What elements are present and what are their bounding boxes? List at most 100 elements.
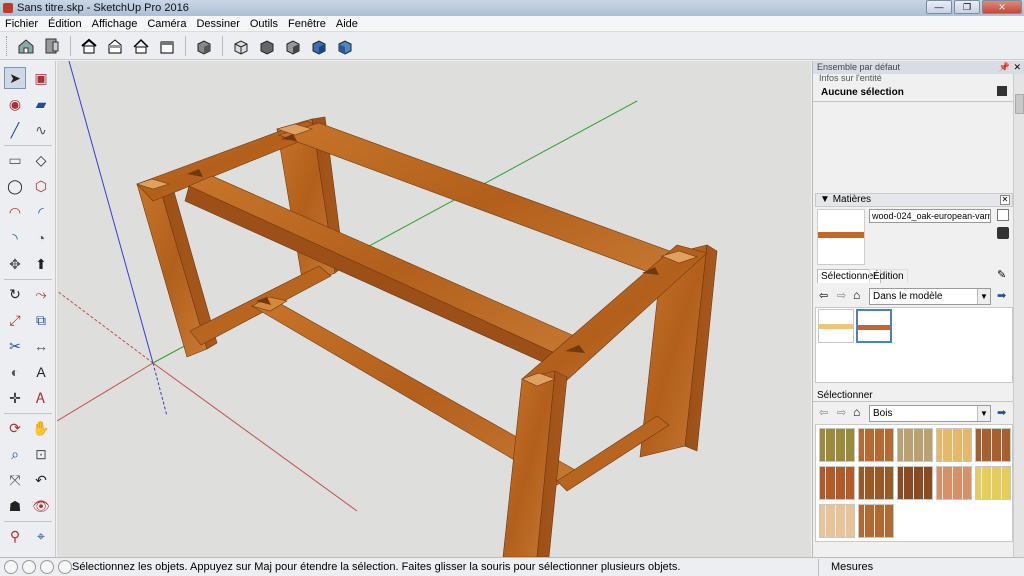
monochrome-icon[interactable] [334,35,356,57]
menu-affichage[interactable]: Affichage [87,18,143,30]
scrollbar-thumb[interactable] [1015,94,1024,114]
details-arrow-icon[interactable]: ➡ [997,289,1006,302]
close-button[interactable]: ✕ [982,0,1022,14]
protractor-icon[interactable]: ◐ [4,361,26,383]
style-shaded-icon[interactable] [193,35,215,57]
library-material-swatch[interactable] [897,428,933,462]
library-material-swatch[interactable] [858,428,894,462]
library-material-swatch[interactable] [936,466,972,500]
tray-close-icon[interactable]: ✕ [1013,62,1021,73]
push-pull-icon[interactable]: ⬆ [30,253,52,275]
toolbar-grip[interactable] [6,35,9,56]
eyedropper-icon[interactable]: ✎ [997,268,1006,281]
credits-icon[interactable] [22,560,36,574]
library-material-swatch[interactable] [858,466,894,500]
home-icon[interactable]: ⌂ [853,288,860,302]
arc-icon[interactable]: ◠ [4,201,26,223]
shaded-texture-icon[interactable] [308,35,330,57]
collection-dropdown-library[interactable]: Bois ▼ [869,405,991,422]
rectangle-icon[interactable]: ▭ [4,149,26,171]
look-around-icon[interactable]: 👁 [30,495,52,517]
walk-icon[interactable]: ⚲ [4,525,26,547]
select-icon[interactable]: ➤ [4,67,26,89]
entity-info-details-icon[interactable] [997,86,1007,96]
freehand-icon[interactable]: ∿ [30,119,52,141]
library-material-swatch[interactable] [819,466,855,500]
orbit-icon[interactable]: ⟳ [4,417,26,439]
minimize-button[interactable]: — [926,0,952,14]
text-icon[interactable]: A [30,361,52,383]
details-arrow-icon[interactable]: ➡ [997,406,1006,419]
home-icon[interactable]: ⌂ [853,405,860,419]
component-icon[interactable] [41,35,63,57]
hidden-line-icon[interactable] [282,35,304,57]
move-icon[interactable]: ✥ [4,253,26,275]
geo-location-icon[interactable] [4,560,18,574]
pie-icon[interactable]: ◔ [30,227,52,249]
home-view-icon[interactable] [78,35,100,57]
side-view-icon[interactable] [156,35,178,57]
user-icon[interactable] [40,560,54,574]
forward-arrow-icon[interactable]: ⇨ [837,289,846,302]
library-material-swatch[interactable] [897,466,933,500]
back-arrow-icon[interactable]: ⇦ [819,289,828,302]
maximize-button[interactable]: ❐ [954,0,980,14]
pin-icon[interactable]: 📌 [999,62,1010,73]
line-icon[interactable]: ╱ [4,119,26,141]
materials-close-icon[interactable]: ✕ [1000,195,1010,205]
menu-dessiner[interactable]: Dessiner [191,18,244,30]
axes-icon[interactable]: ✛ [4,387,26,409]
sample-paint-icon[interactable] [997,227,1009,239]
forward-arrow-icon[interactable]: ⇨ [837,406,846,419]
scale-icon[interactable]: ⤢ [4,309,26,331]
offset-icon[interactable]: ⧉ [30,309,52,331]
create-material-icon[interactable] [997,209,1009,221]
library-material-swatch[interactable] [975,466,1011,500]
rotated-rectangle-icon[interactable]: ◇ [30,149,52,171]
arc-2point-icon[interactable]: ◜ [30,201,52,223]
paint-bucket-icon[interactable]: ◉ [4,93,26,115]
warehouse-icon[interactable] [15,35,37,57]
arc-3point-icon[interactable]: ◝ [4,227,26,249]
help-icon[interactable] [58,560,72,574]
library-material-swatch[interactable] [819,428,855,462]
model-scene[interactable] [57,61,811,557]
zoom-extents-icon[interactable]: ⤧ [4,469,26,491]
component-make-icon[interactable]: ▣ [30,67,52,89]
menu-edition[interactable]: Édition [43,18,87,30]
follow-me-icon[interactable]: ⤳ [30,283,52,305]
menu-fenetre[interactable]: Fenêtre [283,18,331,30]
materials-header[interactable]: ▼ Matières ✕ [815,193,1013,207]
tab-edition[interactable]: Édition [869,269,908,283]
back-arrow-icon[interactable]: ⇦ [819,406,828,419]
zoom-icon[interactable]: ⌕ [4,443,26,465]
material-name-field[interactable]: wood-024_oak-european-varnisl [869,209,991,223]
dimension-icon[interactable]: ↔ [30,335,52,357]
menu-aide[interactable]: Aide [331,18,363,30]
collection-dropdown-model[interactable]: Dans le modèle ▼ [869,288,991,305]
model-material-swatch[interactable] [818,309,854,343]
circle-icon[interactable]: ◯ [4,175,26,197]
menu-camera[interactable]: Caméra [142,18,191,30]
library-material-swatch[interactable] [936,428,972,462]
rotate-icon[interactable]: ↻ [4,283,26,305]
polygon-icon[interactable]: ⬡ [30,175,52,197]
tray-scrollbar[interactable] [1013,74,1024,557]
menu-fichier[interactable]: Fichier [0,18,43,30]
xray-icon[interactable] [230,35,252,57]
pan-icon[interactable]: ✋ [30,417,52,439]
drawing-viewport[interactable] [57,61,811,557]
eraser-icon[interactable]: ▰ [30,93,52,115]
wireframe-icon[interactable] [256,35,278,57]
zoom-window-icon[interactable]: ⊡ [30,443,52,465]
library-material-swatch[interactable] [975,428,1011,462]
library-material-swatch[interactable] [819,504,855,538]
entity-info-header[interactable]: Infos sur l'entité [819,73,882,81]
top-view-icon[interactable] [130,35,152,57]
menu-outils[interactable]: Outils [245,18,283,30]
position-camera-icon[interactable]: ☗ [4,495,26,517]
previous-view-icon[interactable]: ↶ [30,469,52,491]
3d-text-icon[interactable]: Ꭺ [30,387,52,409]
tape-measure-icon[interactable]: ✂ [4,335,26,357]
front-view-icon[interactable] [104,35,126,57]
